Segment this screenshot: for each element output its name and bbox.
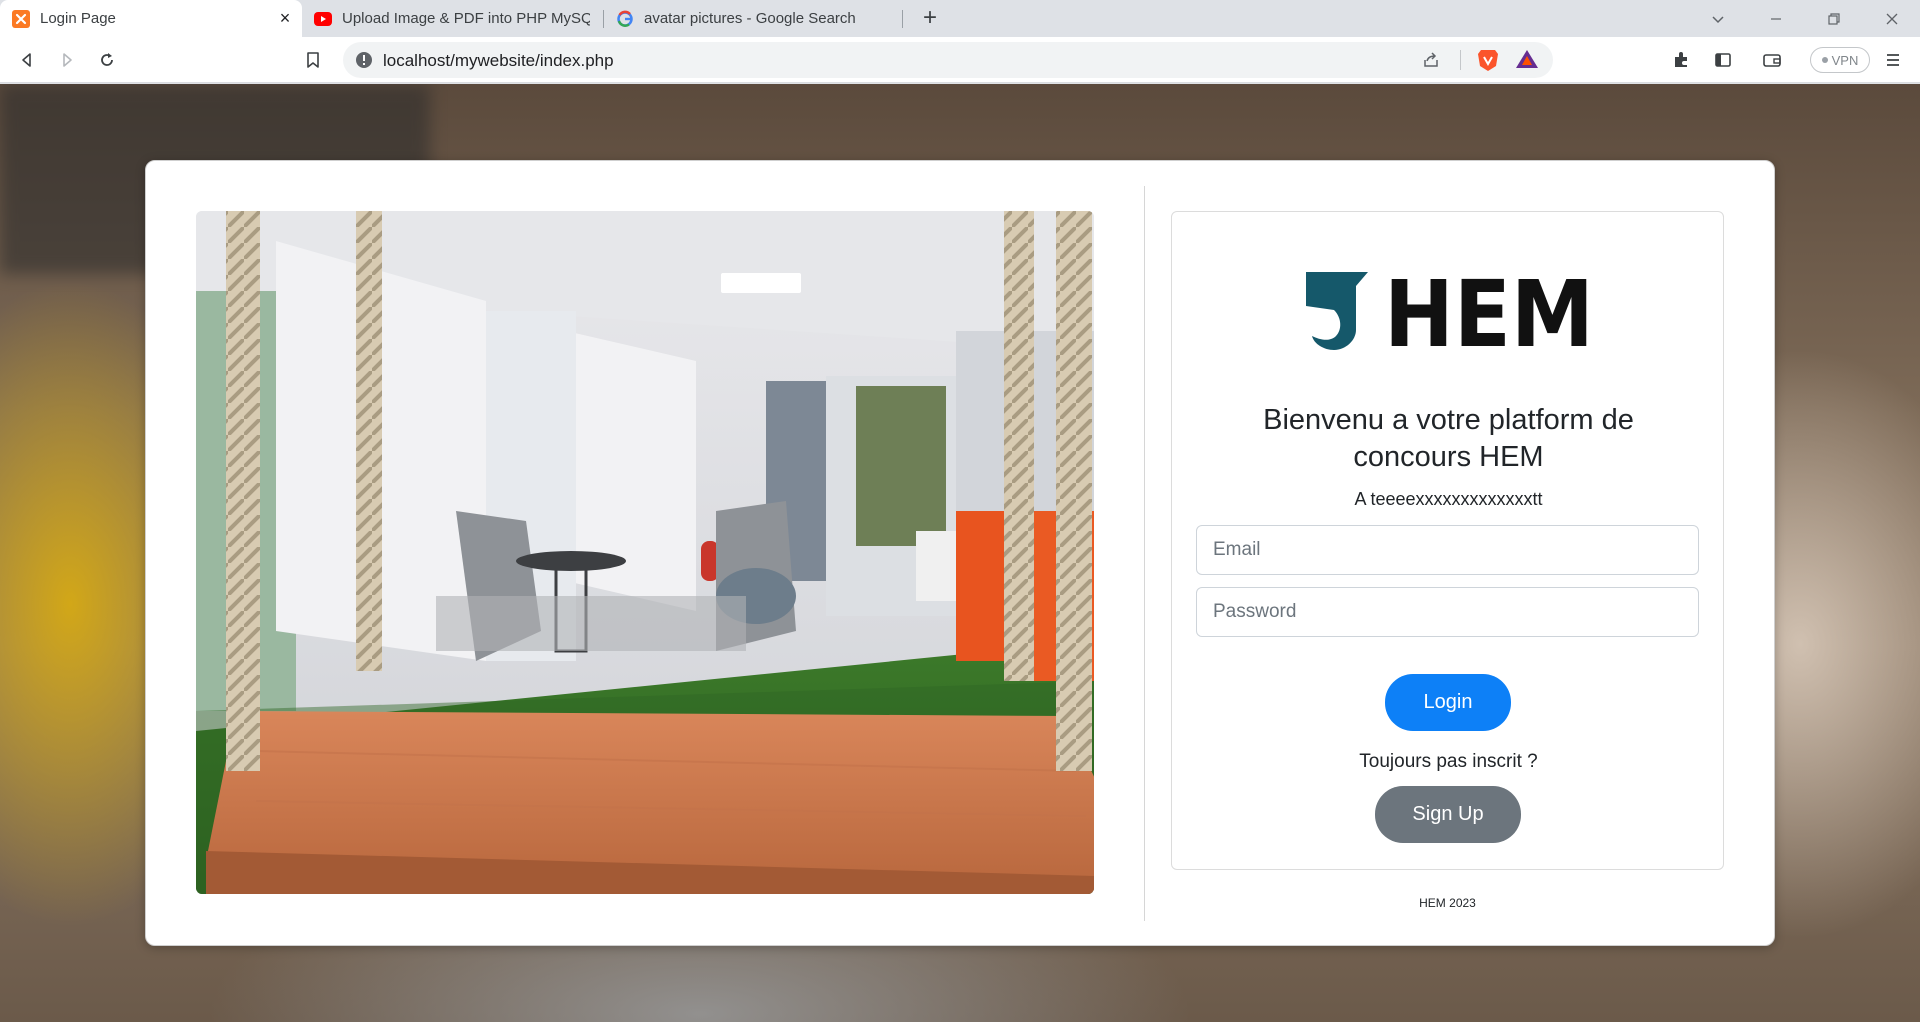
close-window-icon[interactable]: [1864, 0, 1920, 37]
tab-login-page[interactable]: Login Page ×: [0, 0, 302, 37]
login-card: HEM Bienvenu a votre platform de concour…: [145, 160, 1775, 946]
vpn-button[interactable]: VPN: [1810, 47, 1870, 73]
brave-shields-icon[interactable]: [1477, 48, 1499, 77]
tab-search-icon[interactable]: [1690, 0, 1746, 37]
minimize-icon[interactable]: [1748, 0, 1804, 37]
wallet-icon[interactable]: [1757, 45, 1787, 75]
campus-photo: [196, 211, 1094, 894]
tab-label: Upload Image & PDF into PHP MySQL: [342, 10, 590, 27]
vertical-divider: [1144, 186, 1145, 921]
extensions-icon[interactable]: [1666, 45, 1696, 75]
omnibox-separator: [1460, 50, 1461, 70]
page-title: Bienvenu a votre platform de concours HE…: [1263, 404, 1634, 473]
restore-icon[interactable]: [1806, 0, 1862, 37]
reload-icon[interactable]: [92, 45, 122, 75]
page-background: HEM Bienvenu a votre platform de concour…: [0, 84, 1920, 1022]
brave-rewards-icon[interactable]: [1515, 48, 1539, 75]
login-form: HEM Bienvenu a votre platform de concour…: [1171, 211, 1724, 870]
password-field[interactable]: [1196, 587, 1699, 637]
share-icon[interactable]: [1421, 50, 1441, 75]
footer-text: HEM 2023: [1419, 896, 1476, 910]
browser-toolbar: localhost/mywebsite/index.php VPN: [0, 37, 1920, 83]
hem-logo: HEM: [1306, 261, 1596, 368]
email-field[interactable]: [1196, 525, 1699, 575]
subtitle-text: A teeeexxxxxxxxxxxxxtt: [1354, 489, 1543, 509]
back-icon[interactable]: [12, 45, 42, 75]
tab-google-search[interactable]: avatar pictures - Google Search: [604, 0, 904, 37]
sidebar-icon[interactable]: [1708, 45, 1738, 75]
site-info-icon[interactable]: [355, 51, 373, 69]
svg-text:HEM: HEM: [1384, 270, 1594, 352]
signup-button[interactable]: Sign Up: [1375, 786, 1521, 843]
google-icon: [616, 10, 634, 28]
xampp-icon: [12, 9, 30, 28]
url-text[interactable]: localhost/mywebsite/index.php: [383, 51, 614, 71]
tab-strip: Login Page × Upload Image & PDF into PHP…: [0, 0, 1920, 37]
tab-label: Login Page: [40, 10, 116, 27]
tab-separator: [902, 10, 903, 28]
menu-icon[interactable]: [1878, 45, 1908, 75]
forward-icon[interactable]: [52, 45, 82, 75]
close-tab-icon[interactable]: ×: [276, 9, 294, 27]
login-button[interactable]: Login: [1385, 674, 1511, 731]
youtube-icon: [314, 10, 332, 28]
tab-label: avatar pictures - Google Search: [644, 10, 856, 27]
new-tab-icon[interactable]: +: [916, 4, 944, 32]
vpn-label: VPN: [1831, 52, 1859, 68]
address-bar[interactable]: localhost/mywebsite/index.php: [343, 42, 1553, 78]
not-registered-text: Toujours pas inscrit ?: [1359, 751, 1538, 772]
vpn-status-icon: [1821, 57, 1828, 63]
bookmark-icon[interactable]: [298, 45, 328, 75]
tab-youtube[interactable]: Upload Image & PDF into PHP MySQL: [302, 0, 602, 37]
